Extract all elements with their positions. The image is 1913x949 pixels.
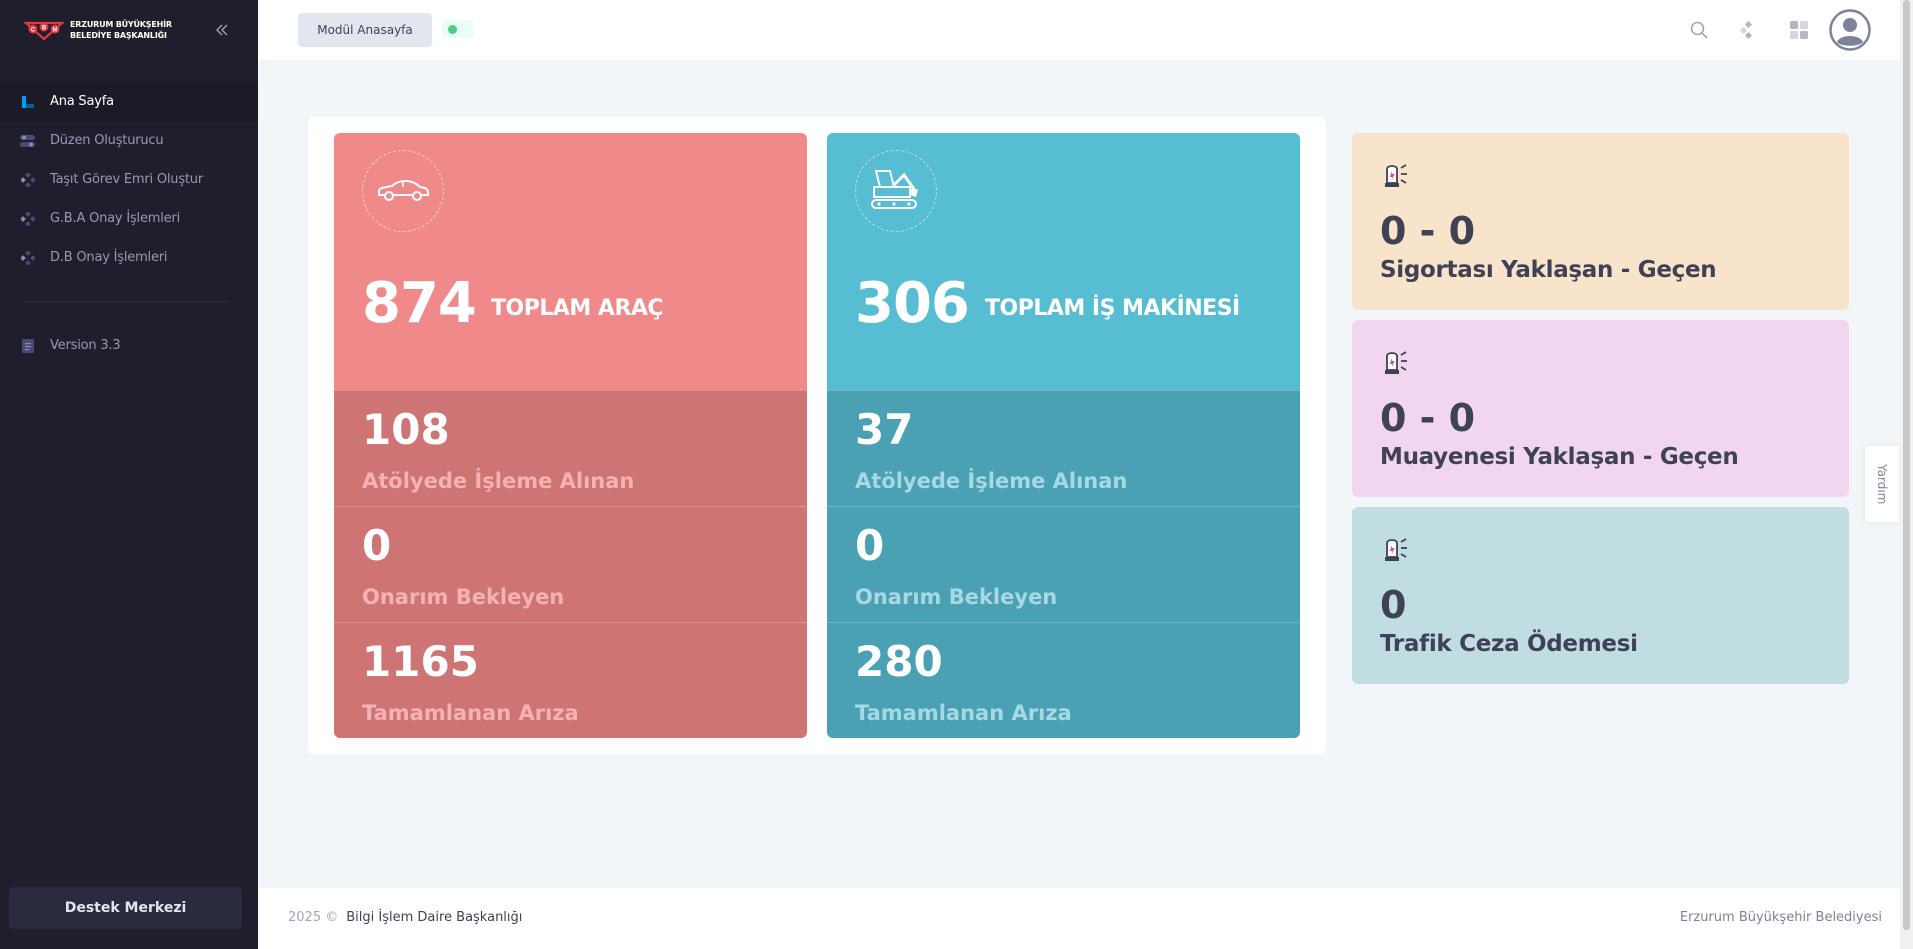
brand-line-2: BELEDİYE BAŞKANLIĞI (70, 31, 167, 40)
svg-text:M: M (53, 28, 58, 34)
apps-button[interactable] (1783, 14, 1815, 46)
vehicles-total-section: 874 TOPLAM ARAÇ (334, 133, 807, 390)
sidebar-item-label: Taşıt Görev Emri Oluştur (50, 172, 203, 187)
inspection-label: Muayenesi Yaklaşan - Geçen (1380, 444, 1739, 470)
sidebar-item-label: D.B Onay İşlemleri (50, 250, 168, 265)
machines-stat-awaiting-repair: 0 Onarım Bekleyen (827, 506, 1300, 622)
sidebar-item-gba-onay[interactable]: G.B.A Onay İşlemleri (0, 199, 258, 238)
svg-text:C: C (31, 28, 36, 34)
sidebar-item-label: G.B.A Onay İşlemleri (50, 211, 180, 226)
excavator-icon (855, 150, 937, 232)
insurance-label: Sigortası Yaklaşan - Geçen (1380, 257, 1717, 283)
sidebar-nav: Ana Sayfa Düzen Oluşturucu Taşıt Görev E… (0, 82, 258, 365)
insurance-card[interactable]: 0 - 0 Sigortası Yaklaşan - Geçen (1352, 133, 1849, 310)
machines-stat-completed: 280 Tamamlanan Arıza (827, 622, 1300, 738)
stat-value: 0 (855, 521, 885, 570)
stat-value: 37 (855, 405, 914, 454)
total-machines-count: 306 (855, 271, 970, 336)
sidebar-item-ana-sayfa[interactable]: Ana Sayfa (0, 82, 258, 121)
version-label: Version 3.3 (50, 338, 121, 353)
user-avatar-icon (1829, 9, 1871, 51)
stat-value: 0 (362, 521, 392, 570)
page-scrollbar[interactable] (1900, 0, 1913, 949)
help-label: Yardım (1875, 463, 1889, 505)
alarm-light-icon (1385, 351, 1407, 374)
stat-label: Onarım Bekleyen (855, 585, 1058, 609)
stat-label: Atölyede İşleme Alınan (855, 469, 1128, 493)
sidebar-item-version[interactable]: Version 3.3 (0, 326, 258, 365)
footer-copyright: 2025 © Bilgi İşlem Daire Başkanlığı (288, 910, 522, 925)
dashboard-icon (20, 94, 36, 110)
sidebar-item-label: Düzen Oluşturucu (50, 133, 164, 148)
vehicles-card[interactable]: 874 TOPLAM ARAÇ 108 Atölyede İşleme Alın… (334, 133, 807, 738)
traffic-fine-card[interactable]: 0 Trafik Ceza Ödemesi (1352, 507, 1849, 684)
footer: 2025 © Bilgi İşlem Daire Başkanlığı Erzur… (258, 888, 1900, 949)
document-icon (20, 338, 36, 354)
stat-value: 280 (855, 637, 943, 686)
vehicles-stat-awaiting-repair: 0 Onarım Bekleyen (334, 506, 807, 622)
insurance-count: 0 - 0 (1380, 209, 1476, 253)
online-dot-icon (448, 25, 457, 34)
diamond-icon (20, 250, 36, 266)
car-icon (362, 150, 444, 232)
traffic-fine-label: Trafik Ceza Ödemesi (1380, 631, 1638, 657)
help-tab[interactable]: Yardım (1865, 446, 1899, 522)
traffic-fine-count: 0 (1380, 583, 1407, 627)
inspection-card[interactable]: 0 - 0 Muayenesi Yaklaşan - Geçen (1352, 320, 1849, 497)
svg-text:B: B (42, 26, 47, 32)
sidebar-item-duzen-olusturucu[interactable]: Düzen Oluşturucu (0, 121, 258, 160)
machines-card[interactable]: 306 TOPLAM İŞ MAKİNESİ 37 Atölyede İşlem… (827, 133, 1300, 738)
footer-org-link[interactable]: Bilgi İşlem Daire Başkanlığı (346, 910, 522, 925)
total-machines-label: TOPLAM İŞ MAKİNESİ (985, 296, 1240, 321)
alarm-light-icon (1385, 164, 1407, 187)
vehicles-stat-completed: 1165 Tamamlanan Arıza (334, 622, 807, 738)
stat-value: 1165 (362, 637, 479, 686)
quick-actions-button[interactable] (1732, 14, 1764, 46)
sidebar-divider (22, 301, 230, 302)
support-center-button[interactable]: Destek Merkezi (9, 887, 242, 929)
footer-year: 2025 © (288, 910, 339, 925)
sidebar-item-tasit-gorev-emri[interactable]: Taşıt Görev Emri Oluştur (0, 160, 258, 199)
vehicles-stat-in-workshop: 108 Atölyede İşleme Alınan (334, 390, 807, 506)
machines-stat-in-workshop: 37 Atölyede İşleme Alınan (827, 390, 1300, 506)
collapse-sidebar-button[interactable] (210, 18, 234, 42)
stat-label: Atölyede İşleme Alınan (362, 469, 635, 493)
alarm-light-icon (1385, 538, 1407, 561)
diamond-icon (20, 211, 36, 227)
scrollbar-thumb[interactable] (1903, 0, 1910, 930)
brand-line-1: ERZURUM BÜYÜKŞEHİR (70, 20, 172, 29)
apps-grid-icon (1790, 21, 1808, 39)
toggle-icon (20, 133, 36, 149)
brand-name: ERZURUM BÜYÜKŞEHİR BELEDİYE BAŞKANLIĞI (70, 19, 172, 41)
sidebar-item-db-onay[interactable]: D.B Onay İşlemleri (0, 238, 258, 277)
user-menu-button[interactable] (1828, 8, 1872, 52)
sidebar-item-label: Ana Sayfa (50, 94, 114, 109)
search-icon (1690, 21, 1708, 39)
double-chevron-left-icon (215, 24, 228, 36)
inspection-count: 0 - 0 (1380, 396, 1476, 440)
sidebar: C B M ERZURUM BÜYÜKŞEHİR BELEDİYE BAŞKANL… (0, 0, 258, 949)
sparkle-icon (1739, 20, 1753, 40)
stat-value: 108 (362, 405, 450, 454)
footer-right-link[interactable]: Erzurum Büyükşehir Belediyesi (1680, 910, 1882, 925)
stat-label: Tamamlanan Arıza (362, 701, 579, 725)
status-indicator (442, 20, 474, 38)
stat-label: Tamamlanan Arıza (855, 701, 1072, 725)
total-vehicles-count: 874 (362, 271, 477, 336)
total-vehicles-label: TOPLAM ARAÇ (491, 296, 664, 321)
diamond-icon (20, 172, 36, 188)
machines-total-section: 306 TOPLAM İŞ MAKİNESİ (827, 133, 1300, 390)
stat-label: Onarım Bekleyen (362, 585, 565, 609)
logo-icon: C B M (23, 20, 65, 41)
search-button[interactable] (1683, 14, 1715, 46)
top-header: Modül Anasayfa (258, 0, 1913, 60)
module-home-button[interactable]: Modül Anasayfa (298, 13, 432, 47)
